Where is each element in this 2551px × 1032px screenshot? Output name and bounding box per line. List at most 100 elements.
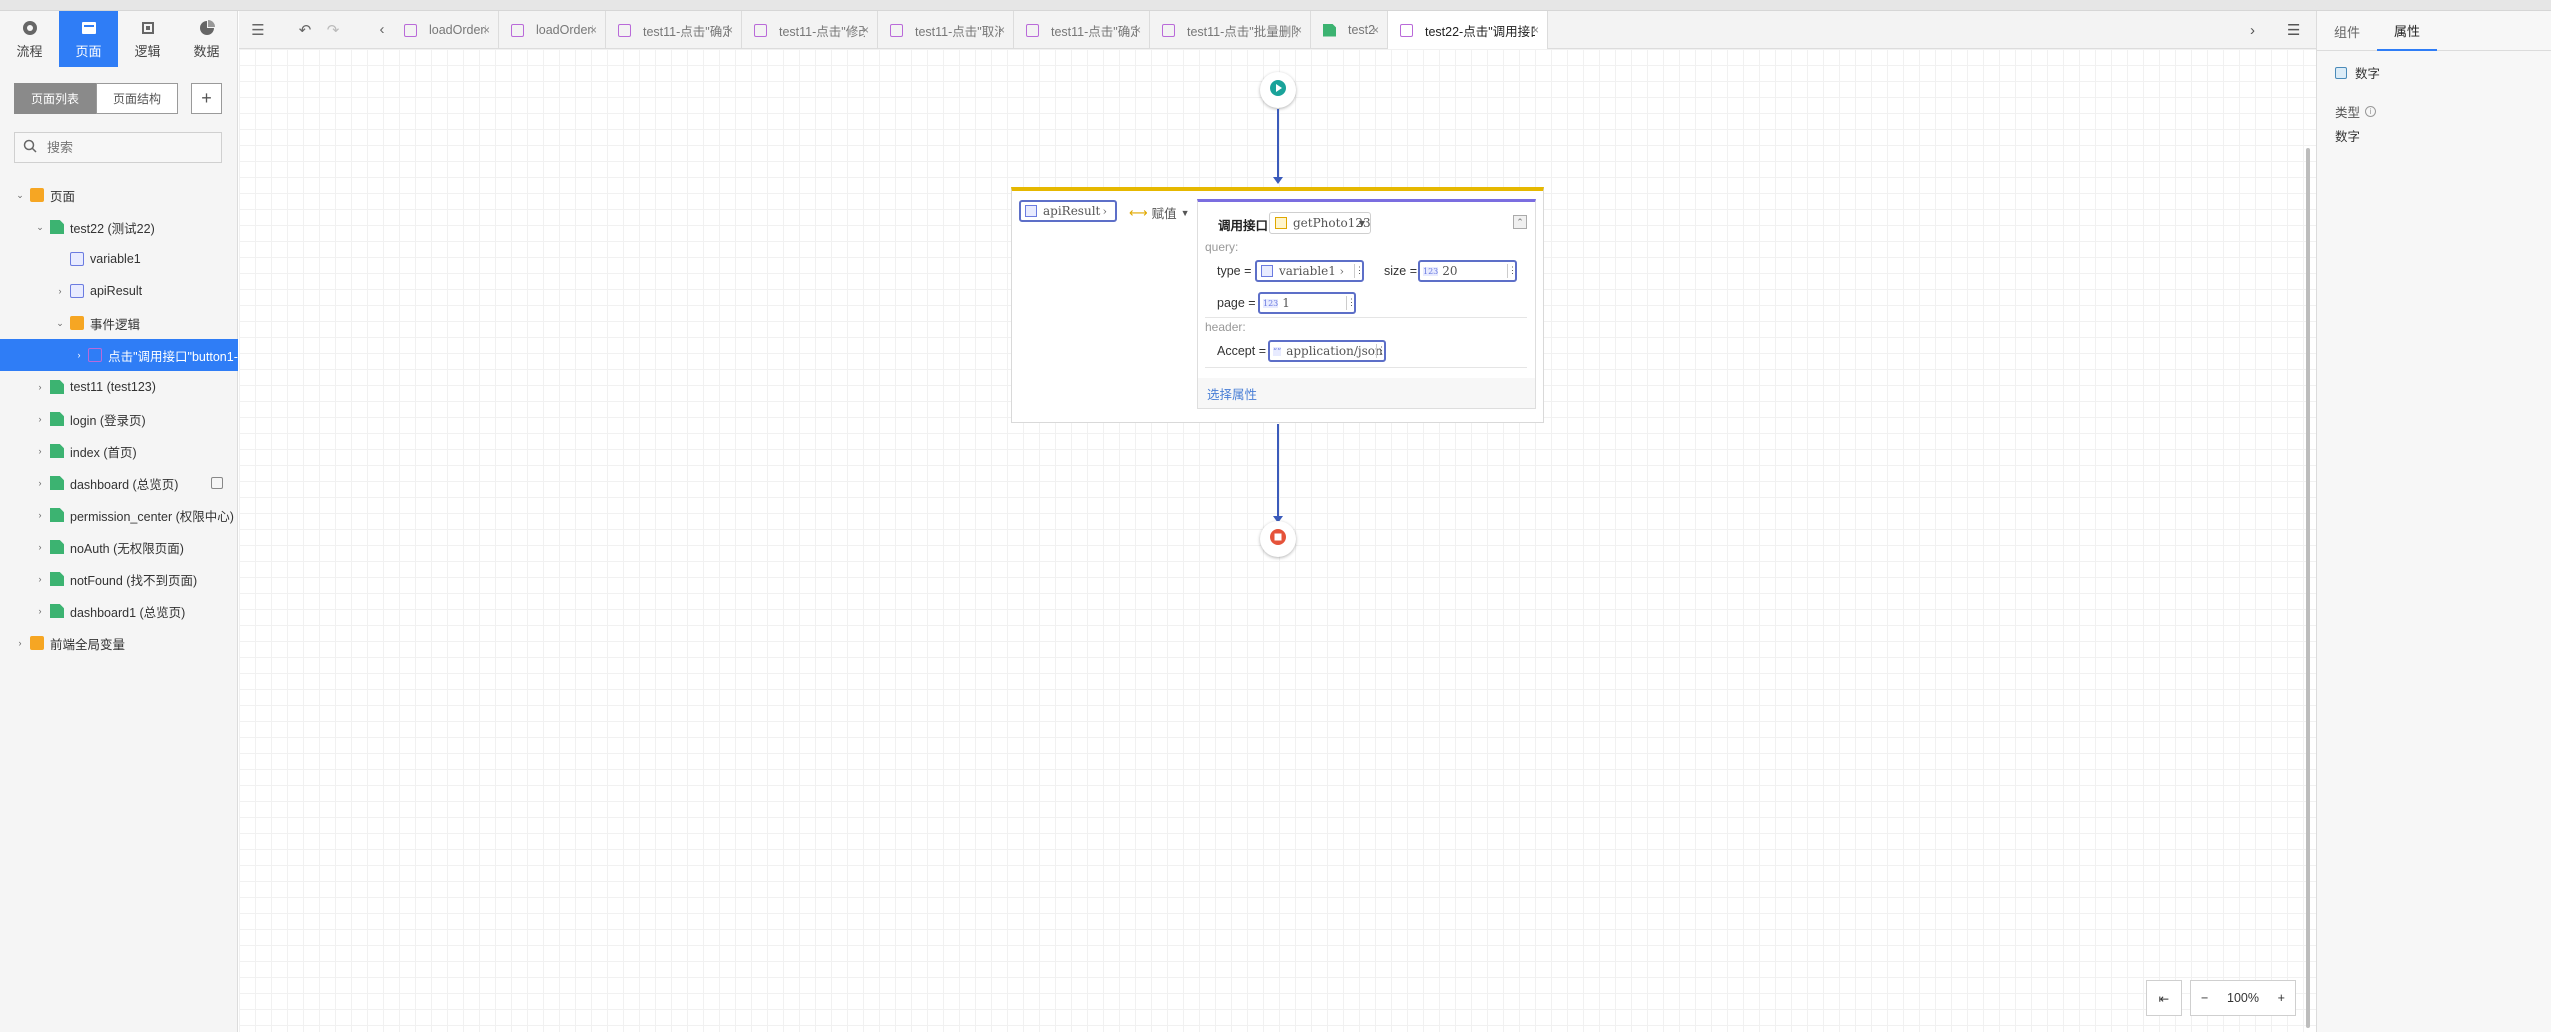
editor-tab[interactable]: test11-点击"批量删除"button5-click× [1150, 11, 1311, 49]
close-icon[interactable]: × [483, 23, 490, 37]
tree-item[interactable]: › 点击"调用接口"button1-click [0, 339, 238, 371]
tree-item[interactable]: › 前端全局变量 [0, 627, 238, 659]
tab-label: loadOrderDataGroup [429, 23, 486, 37]
tree-item[interactable]: ⌄ 页面 [0, 179, 238, 211]
fit-view-button[interactable]: ⇤ [2146, 980, 2182, 1016]
nav-page[interactable]: 页面 [59, 11, 118, 67]
main-nav: 流程 页面 逻辑 数据 [0, 11, 238, 67]
close-icon[interactable]: × [862, 23, 869, 37]
tree-item-label: permission_center (权限中心) [70, 509, 234, 524]
tab-components[interactable]: 组件 [2317, 11, 2377, 51]
chevron-down-icon[interactable]: ⌄ [34, 222, 46, 233]
editor-tab[interactable]: test11-点击"取消"button4-click× [878, 11, 1014, 49]
more-icon[interactable]: ⋮ [1507, 264, 1517, 278]
logic-icon [88, 348, 103, 362]
tree-item[interactable]: › noAuth (无权限页面) [0, 531, 238, 563]
param-page-value[interactable]: 123 1 ⋮ [1258, 292, 1356, 314]
end-node[interactable] [1260, 521, 1296, 557]
chevron-right-icon[interactable]: › [34, 574, 46, 584]
editor-tab[interactable]: loadOrderDataGroup× [392, 11, 499, 49]
connector-bottom [1277, 424, 1279, 518]
page-list-toggle[interactable]: 页面列表 [14, 83, 96, 114]
param-accept-value[interactable]: “” application/json ⋮ [1268, 340, 1386, 362]
zoom-out-button[interactable]: − [2201, 991, 2208, 1005]
close-icon[interactable]: × [998, 23, 1005, 37]
select-property-button[interactable]: 选择属性 [1198, 378, 1535, 408]
assign-operator[interactable]: ⟷ 赋值 ▼ [1129, 203, 1190, 222]
close-icon[interactable]: × [1532, 23, 1539, 37]
chevron-right-icon[interactable]: › [34, 542, 46, 552]
tree-item[interactable]: › permission_center (权限中心) [0, 499, 238, 531]
tab-label: loadOrderDataGroup [536, 23, 593, 37]
zoom-in-button[interactable]: + [2278, 991, 2285, 1005]
chevron-down-icon[interactable]: ⌄ [14, 190, 26, 201]
close-icon[interactable]: × [1295, 23, 1302, 37]
tab-scroll-left-icon[interactable]: ‹ [375, 11, 389, 49]
chevron-right-icon[interactable]: › [34, 606, 46, 616]
chevron-right-icon[interactable]: › [34, 446, 46, 456]
page-icon [50, 380, 64, 394]
undo-icon[interactable]: ↶ [295, 11, 315, 49]
window-top-strip [0, 0, 2551, 11]
editor-tab[interactable]: test11-点击"修改"button2-click× [742, 11, 878, 49]
tree-item-label: noAuth (无权限页面) [70, 541, 184, 556]
chevron-right-icon[interactable]: › [34, 382, 46, 392]
tree-item[interactable]: variable1 [0, 243, 238, 275]
chevron-right-icon[interactable]: › [34, 414, 46, 424]
tree-item[interactable]: › index (首页) [0, 435, 238, 467]
page-structure-toggle[interactable]: 页面结构 [96, 83, 178, 114]
param-size-value[interactable]: 123 20 ⋮ [1418, 260, 1517, 282]
chevron-right-icon[interactable]: › [14, 638, 26, 648]
tree-item[interactable]: › login (登录页) [0, 403, 238, 435]
tab-properties[interactable]: 属性 [2377, 11, 2438, 51]
tree-item[interactable]: › notFound (找不到页面) [0, 563, 238, 595]
chevron-right-icon[interactable]: › [34, 510, 46, 520]
tree-item[interactable]: › apiResult [0, 275, 238, 307]
close-icon[interactable]: × [590, 23, 597, 37]
close-icon[interactable]: × [1134, 23, 1141, 37]
collapse-right-icon[interactable]: ☰ [2287, 11, 2307, 49]
editor-tab[interactable]: test22× [1311, 11, 1388, 49]
editor-tab[interactable]: test11-点击"确定"button3-click× [606, 11, 742, 49]
more-icon[interactable]: ⋮ [1354, 264, 1364, 278]
play-icon [1269, 79, 1287, 102]
chevron-down-icon[interactable]: ⌄ [54, 318, 66, 329]
collapse-left-icon[interactable]: ☰ [247, 11, 269, 49]
chevron-right-icon[interactable]: › [54, 286, 66, 296]
tab-scroll-right-icon[interactable]: › [2250, 11, 2264, 49]
tree-item[interactable]: ⌄ 事件逻辑 [0, 307, 238, 339]
editor-tab[interactable]: test22-点击"调用接口"button1-click× [1388, 11, 1548, 49]
zoom-control: − 100% + [2190, 980, 2296, 1016]
redo-icon[interactable]: ↷ [323, 11, 343, 49]
start-node[interactable] [1260, 72, 1296, 108]
collapse-block-icon[interactable]: ⌃ [1513, 215, 1527, 229]
chevron-right-icon[interactable]: › [74, 350, 84, 360]
tree-item[interactable]: › test11 (test123) [0, 371, 238, 403]
more-icon[interactable]: ⋮ [1376, 344, 1386, 358]
canvas-scrollbar[interactable] [2306, 148, 2310, 1028]
tree-item-label: login (登录页) [70, 413, 146, 428]
chevron-right-icon: › [1339, 264, 1344, 278]
search-input[interactable] [47, 140, 207, 155]
nav-data[interactable]: 数据 [177, 11, 236, 67]
tree-item[interactable]: › dashboard1 (总览页) [0, 595, 238, 627]
tree-item-label: test11 (test123) [70, 380, 156, 394]
tree-item[interactable]: › dashboard (总览页) [0, 467, 238, 499]
interface-select[interactable]: getPhoto123 ▼ [1269, 212, 1371, 234]
assign-target-pill[interactable]: apiResult › [1019, 200, 1117, 222]
editor-tab[interactable]: test11-点击"确定"button6-click× [1014, 11, 1150, 49]
more-icon[interactable]: ⋮ [1346, 296, 1356, 310]
close-icon[interactable]: × [726, 23, 733, 37]
param-type-value[interactable]: variable1 › ⋮ [1255, 260, 1364, 282]
close-icon[interactable]: × [1372, 23, 1379, 37]
param-accept-label: Accept = [1217, 344, 1267, 358]
tree-item[interactable]: ⌄ test22 (测试22) [0, 211, 238, 243]
var-icon [70, 252, 84, 266]
add-page-button[interactable]: + [191, 83, 222, 114]
editor-tab[interactable]: loadOrderDataGroup× [499, 11, 606, 49]
nav-flow[interactable]: 流程 [0, 11, 59, 67]
nav-logic[interactable]: 逻辑 [118, 11, 177, 67]
right-panel: 组件 属性 数字 类型 i 数字 [2316, 11, 2551, 1032]
data-icon [198, 19, 216, 37]
chevron-right-icon[interactable]: › [34, 478, 46, 488]
